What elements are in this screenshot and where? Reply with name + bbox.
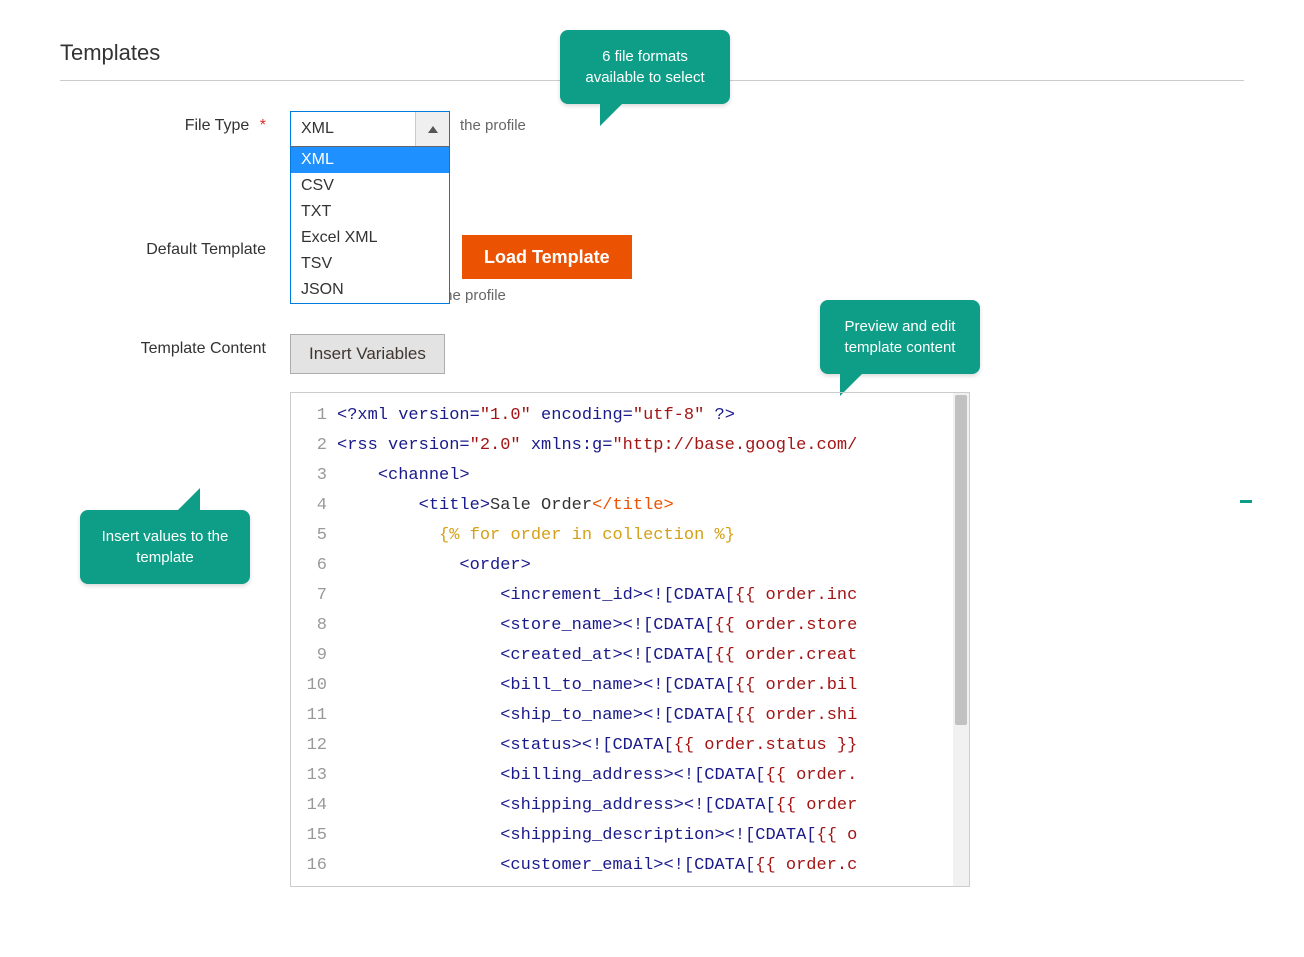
row-file-type: File Type * XML XMLCSVTXTExcel XMLTSVJSO… [60, 111, 1244, 135]
file-type-option[interactable]: JSON [291, 277, 449, 303]
row-template-content: Template Content Insert Variables 123456… [60, 334, 1244, 887]
required-mark: * [260, 117, 266, 134]
helper-default-template: the profile [440, 287, 632, 304]
file-type-option[interactable]: Excel XML [291, 225, 449, 251]
insert-variables-button[interactable]: Insert Variables [290, 334, 445, 374]
editor-body[interactable]: <?xml version="1.0" encoding="utf-8" ?><… [333, 393, 953, 886]
file-type-value: XML [291, 112, 415, 146]
file-type-select[interactable]: XML [290, 111, 450, 147]
label-template-content: Template Content [60, 334, 290, 358]
label-file-type: File Type * [60, 111, 290, 135]
row-default-template: Default Template Load Template the profi… [60, 235, 1244, 304]
file-type-option[interactable]: CSV [291, 173, 449, 199]
file-type-option[interactable]: TSV [291, 251, 449, 277]
load-template-button[interactable]: Load Template [462, 235, 632, 279]
templates-section: Templates 6 file formats available to se… [60, 40, 1244, 887]
helper-file-type: the profile [460, 117, 526, 134]
label-default-template: Default Template [60, 235, 290, 259]
file-type-dropdown[interactable]: XMLCSVTXTExcel XMLTSVJSON [290, 146, 450, 304]
chevron-up-icon[interactable] [415, 112, 449, 146]
editor-line-numbers: 12345678910111213141516 [291, 393, 333, 886]
file-type-option[interactable]: TXT [291, 199, 449, 225]
template-content-editor[interactable]: 12345678910111213141516 <?xml version="1… [290, 392, 970, 887]
callout-file-formats: 6 file formats available to select [560, 30, 730, 104]
callout-text: 6 file formats available to select [585, 48, 704, 86]
editor-scrollbar[interactable] [953, 393, 969, 886]
file-type-option[interactable]: XML [291, 147, 449, 173]
